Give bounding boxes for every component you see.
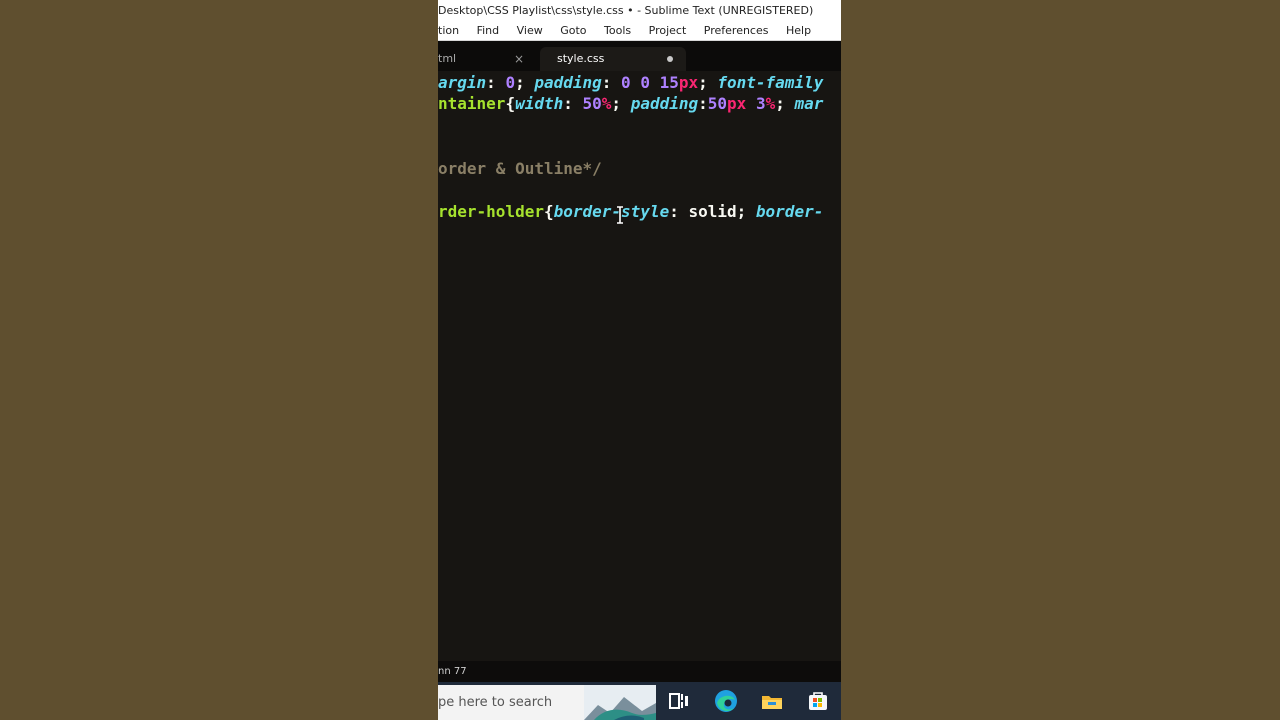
css-punctuation: : xyxy=(698,94,708,113)
css-property: padding xyxy=(534,73,602,92)
css-punctuation: ; xyxy=(775,94,795,113)
css-punctuation: { xyxy=(505,94,516,113)
code-comment: order & Outline*/ xyxy=(438,159,602,178)
css-selector: rder-holder xyxy=(438,202,544,221)
menu-find[interactable]: Find xyxy=(477,22,500,40)
css-number: 50 xyxy=(707,94,728,113)
css-punctuation: ; xyxy=(736,202,756,221)
tab-html[interactable]: tml × xyxy=(438,47,538,71)
menu-project[interactable]: Project xyxy=(649,22,687,40)
code-line-margin: argin: 0; padding: 0 0 15px; font-family xyxy=(438,72,823,94)
menu-view[interactable]: View xyxy=(517,22,543,40)
menu-preferences[interactable]: Preferences xyxy=(704,22,769,40)
code-line-container: ntainer{width: 50%; padding:50px 3%; mar xyxy=(438,93,823,115)
dirty-dot-icon[interactable] xyxy=(667,56,673,62)
taskbar-search-box[interactable]: pe here to search xyxy=(438,685,656,720)
css-punctuation: : xyxy=(669,202,689,221)
text-cursor-icon xyxy=(617,206,623,224)
menu-goto[interactable]: Goto xyxy=(560,22,586,40)
css-value: solid xyxy=(688,202,737,221)
css-unit: px xyxy=(727,94,747,113)
css-property: mar xyxy=(794,94,824,113)
store-icon[interactable] xyxy=(805,688,831,714)
css-punctuation: { xyxy=(543,202,554,221)
file-explorer-icon[interactable] xyxy=(759,688,785,714)
search-placeholder: pe here to search xyxy=(438,695,553,710)
css-punctuation: ; xyxy=(698,73,718,92)
css-property: padding xyxy=(630,94,699,113)
app-frame: Desktop\CSS Playlist\css\style.css • - S… xyxy=(438,0,841,720)
css-punctuation: : xyxy=(563,94,583,113)
title-bar: Desktop\CSS Playlist\css\style.css • - S… xyxy=(438,0,841,22)
menu-tools[interactable]: Tools xyxy=(604,22,631,40)
css-property: width xyxy=(515,94,564,113)
status-text: nn 77 xyxy=(438,666,467,677)
css-unit: % xyxy=(601,94,612,113)
css-punctuation: ; xyxy=(515,73,535,92)
css-selector: ntainer xyxy=(438,94,506,113)
css-punctuation: : xyxy=(486,73,506,92)
css-number: 50 xyxy=(582,94,602,113)
tab-label: style.css xyxy=(557,52,605,65)
tab-label: tml xyxy=(438,52,457,65)
css-number: 0 xyxy=(505,73,516,92)
menu-selection[interactable]: tion xyxy=(438,22,459,40)
search-highlight-art xyxy=(584,685,656,720)
css-number: 0 0 15 xyxy=(621,73,679,92)
menu-help[interactable]: Help xyxy=(786,22,811,40)
css-punctuation xyxy=(746,94,756,113)
css-property: argin xyxy=(438,73,487,92)
css-punctuation: ; xyxy=(611,94,631,113)
menu-bar: tion Find View Goto Tools Project Prefer… xyxy=(438,22,841,41)
css-unit: % xyxy=(765,94,776,113)
css-number: 3 xyxy=(755,94,766,113)
css-property: font-family xyxy=(717,73,824,92)
taskbar: pe here to search xyxy=(438,682,841,720)
code-line-border-holder: rder-holder{border-style: solid; border- xyxy=(438,201,823,223)
task-view-icon[interactable] xyxy=(666,688,692,714)
close-icon[interactable]: × xyxy=(514,47,524,71)
edge-icon[interactable] xyxy=(713,688,739,714)
tab-style-css[interactable]: style.css xyxy=(540,47,686,71)
css-property: border- xyxy=(755,202,824,221)
css-property: border-style xyxy=(553,202,670,221)
css-punctuation: : xyxy=(601,73,622,92)
tab-bar: tml × style.css xyxy=(438,41,841,71)
status-bar: nn 77 xyxy=(438,661,841,682)
css-unit: px xyxy=(678,73,699,92)
window-title: Desktop\CSS Playlist\css\style.css • - S… xyxy=(438,4,814,17)
code-editor[interactable]: argin: 0; padding: 0 0 15px; font-family… xyxy=(438,71,841,661)
